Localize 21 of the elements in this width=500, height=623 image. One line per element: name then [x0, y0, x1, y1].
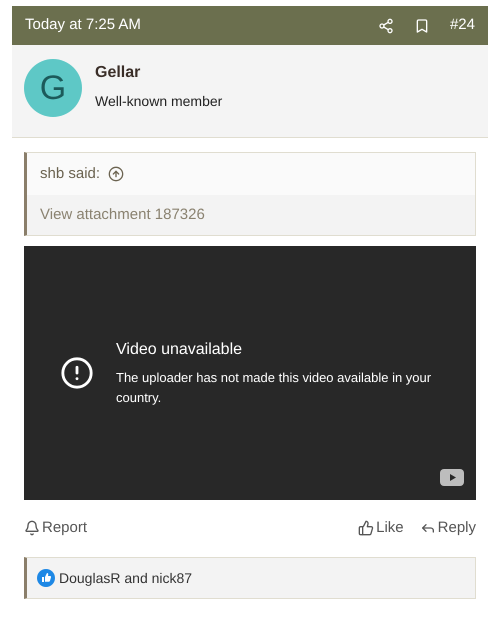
quote-attribution: shb said: — [40, 164, 100, 184]
thumbs-up-icon — [358, 520, 374, 536]
like-button[interactable]: Like — [358, 516, 404, 540]
avatar[interactable]: G — [24, 59, 82, 117]
alert-icon — [60, 356, 94, 390]
author-name[interactable]: Gellar — [95, 61, 222, 85]
post-number[interactable]: #24 — [450, 14, 475, 37]
bookmark-icon[interactable] — [414, 18, 430, 34]
reply-button[interactable]: Reply — [420, 516, 476, 540]
video-title: Video unavailable — [116, 340, 244, 360]
jump-to-quote-icon[interactable] — [108, 166, 124, 182]
report-button[interactable]: Report — [24, 516, 88, 540]
video-message: The uploader has not made this video available in your country. — [116, 369, 432, 407]
play-logo-icon — [440, 469, 464, 486]
post-time[interactable]: Today at 7:25 AM — [25, 14, 141, 37]
author-title: Well-known member — [95, 92, 222, 111]
bell-icon — [24, 520, 40, 536]
reaction-users[interactable]: DouglasR and nick87 — [59, 568, 192, 588]
video-player[interactable]: Video unavailable The uploader has not made this video available in your country. — [24, 246, 476, 500]
like-reaction-icon — [37, 569, 55, 587]
share-icon[interactable] — [378, 18, 394, 34]
